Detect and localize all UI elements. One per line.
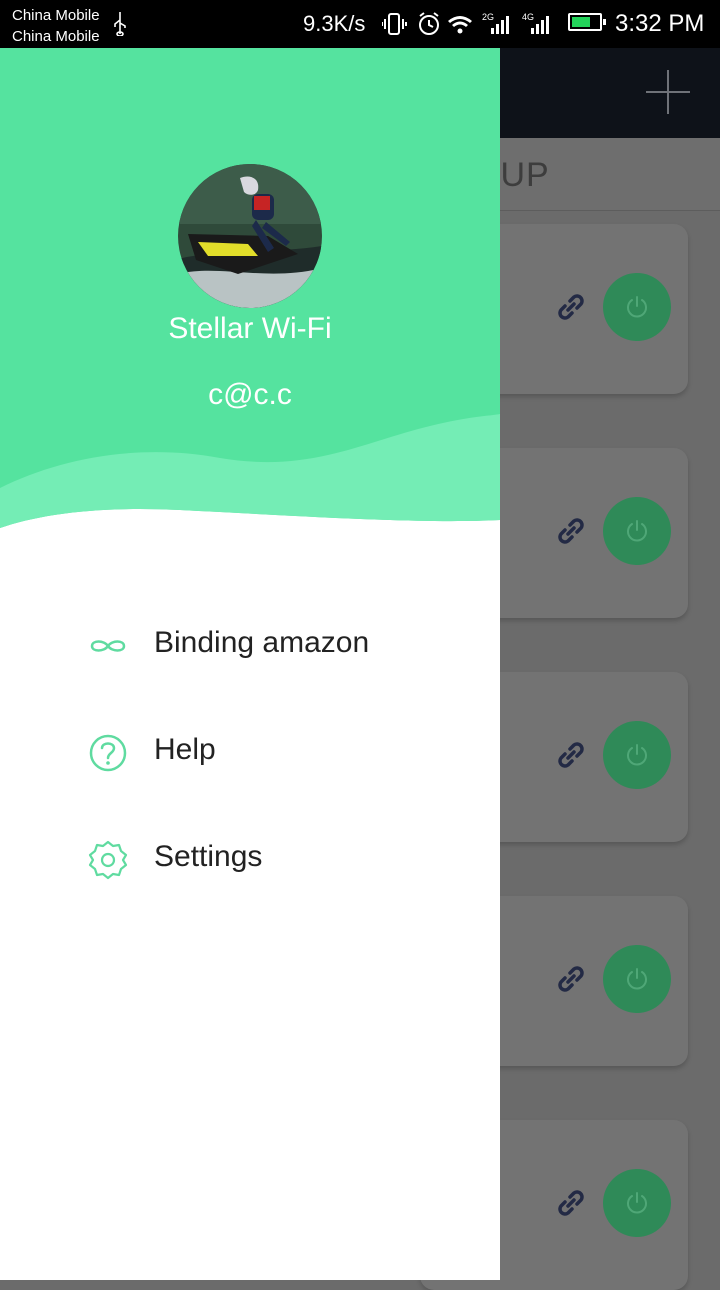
wifi-icon — [448, 16, 472, 34]
power-icon — [627, 744, 647, 766]
power-icon — [627, 968, 647, 990]
svg-text:2G: 2G — [482, 12, 494, 22]
power-button[interactable] — [603, 945, 671, 1013]
help-circle-icon — [89, 734, 127, 772]
user-email: c@c.c — [208, 378, 292, 411]
drawer-header: Stellar Wi-Fi c@c.c — [0, 48, 500, 538]
usb-icon — [114, 12, 126, 36]
link-icon[interactable] — [556, 1188, 586, 1218]
link-icon[interactable] — [556, 292, 586, 322]
menu-item-binding-amazon[interactable]: Binding amazon — [0, 606, 500, 686]
status-bar: China Mobile China Mobile 9.3K/s 2G 4G 3… — [0, 0, 720, 48]
jet-ski-photo — [178, 164, 322, 308]
navigation-drawer: Stellar Wi-Fi c@c.c Binding amazon Help … — [0, 48, 500, 1280]
carrier-2: China Mobile — [12, 28, 100, 45]
app-name: Stellar Wi-Fi — [168, 312, 332, 345]
signal-icon: 4G — [522, 12, 549, 34]
carrier-names: China Mobile China Mobile — [12, 5, 100, 47]
avatar[interactable] — [178, 164, 322, 308]
signal-icon: 2G — [482, 12, 509, 34]
power-icon — [627, 520, 647, 542]
network-speed: 9.3K/s — [303, 11, 366, 36]
power-button[interactable] — [603, 273, 671, 341]
power-button[interactable] — [603, 497, 671, 565]
power-icon — [627, 1192, 647, 1214]
power-icon — [627, 296, 647, 318]
power-button[interactable] — [603, 721, 671, 789]
menu-item-label: Help — [154, 733, 216, 766]
plus-icon[interactable] — [646, 70, 690, 114]
vibrate-icon — [382, 13, 407, 35]
menu-item-settings[interactable]: Settings — [0, 820, 500, 900]
alarm-icon — [419, 12, 439, 35]
power-button[interactable] — [603, 1169, 671, 1237]
menu-item-label: Binding amazon — [154, 626, 370, 659]
link-icon[interactable] — [556, 740, 586, 770]
status-icons: 2G 4G — [382, 12, 549, 35]
gear-icon — [88, 840, 128, 880]
battery-charging-icon — [568, 13, 606, 31]
link-icon[interactable] — [556, 964, 586, 994]
clock: 3:32 PM — [615, 10, 705, 37]
menu-item-label: Settings — [154, 840, 263, 873]
link-icon[interactable] — [556, 516, 586, 546]
menu-item-help[interactable]: Help — [0, 713, 500, 793]
carrier-1: China Mobile — [12, 7, 100, 24]
infinity-icon — [90, 640, 126, 652]
svg-text:4G: 4G — [522, 12, 534, 22]
